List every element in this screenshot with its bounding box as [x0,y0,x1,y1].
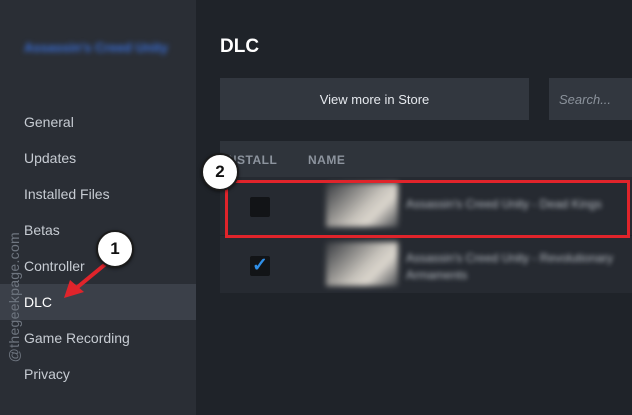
dlc-properties-window: Assassin's Creed Unity General Updates I… [0,0,632,415]
sidebar-item-updates[interactable]: Updates [0,140,196,176]
search-input[interactable] [549,78,632,120]
dlc-name: Assassin's Creed Unity - Dead Kings [406,197,602,211]
watermark: @thegeekpage.com [6,232,22,363]
table-header: INSTALL NAME [220,141,632,177]
game-title: Assassin's Creed Unity [24,40,168,55]
sidebar-item-general[interactable]: General [0,104,196,140]
main-panel: DLC View more in Store INSTALL NAME Assa… [196,0,632,415]
sidebar-item-installed-files[interactable]: Installed Files [0,176,196,212]
sidebar: Assassin's Creed Unity General Updates I… [0,0,196,415]
table-row[interactable]: ✓ Assassin's Creed Unity - Revolutionary… [220,235,632,293]
table-row[interactable]: Assassin's Creed Unity - Dead Kings [220,177,632,235]
dlc-thumbnail [326,242,398,286]
checkmark-icon: ✓ [252,255,268,276]
sidebar-item-privacy[interactable]: Privacy [0,356,196,392]
dlc-table: INSTALL NAME Assassin's Creed Unity - De… [220,141,632,293]
sidebar-item-game-recording[interactable]: Game Recording [0,320,196,356]
dlc-name: Assassin's Creed Unity - Revolutionary A… [406,251,614,282]
column-header-name[interactable]: NAME [308,153,345,167]
dlc-thumbnail [326,183,398,227]
install-checkbox-checked[interactable]: ✓ [250,256,270,276]
step-1-badge: 1 [96,230,134,268]
sidebar-item-dlc[interactable]: DLC [0,284,196,320]
page-title: DLC [220,36,260,57]
step-2-badge: 2 [201,153,239,191]
install-checkbox[interactable] [250,197,270,217]
view-more-in-store-button[interactable]: View more in Store [220,78,529,120]
